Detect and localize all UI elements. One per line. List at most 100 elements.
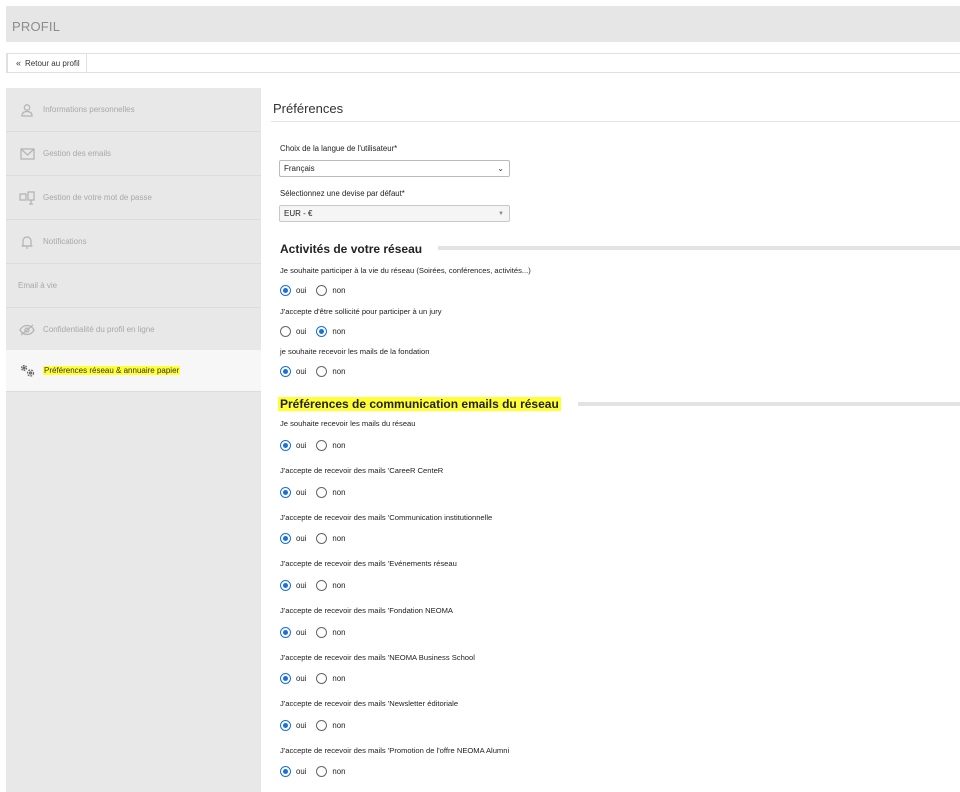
- radio-label: oui: [296, 286, 307, 295]
- radio-non[interactable]: [316, 326, 328, 337]
- section-divider: [578, 402, 960, 406]
- sidebar-item-label: Gestion de votre mot de passe: [43, 193, 152, 202]
- radio-non[interactable]: [316, 673, 328, 684]
- user-icon: [18, 101, 36, 119]
- radio-group: oui non: [280, 326, 355, 337]
- question-label: J'accepte de recevoir des mails 'Communi…: [280, 513, 493, 522]
- question-label: Je souhaite participer à la vie du résea…: [280, 266, 531, 275]
- eye-slash-icon: [18, 321, 36, 339]
- caret-down-icon: ▼: [498, 211, 504, 217]
- question-label: J'accepte de recevoir des mails 'NEOMA B…: [280, 653, 475, 662]
- currency-label: Sélectionnez une devise par défaut*: [280, 189, 405, 198]
- sidebar-item-emails[interactable]: Gestion des emails: [6, 132, 261, 176]
- back-to-profile-label: Retour au profil: [25, 58, 80, 68]
- question-label: J'accepte de recevoir des mails 'Newslet…: [280, 699, 459, 708]
- question-label: Je souhaite recevoir les mails du réseau: [280, 419, 416, 428]
- section-heading: Préférences de communication emails du r…: [278, 397, 561, 411]
- radio-label: oui: [296, 674, 307, 683]
- question-label: je souhaite recevoir les mails de la fon…: [280, 347, 430, 356]
- sidebar-item-email-for-life[interactable]: Email à vie: [6, 264, 261, 308]
- radio-non[interactable]: [316, 440, 328, 451]
- section-title: Préférences: [273, 101, 344, 116]
- radio-label: oui: [296, 327, 307, 336]
- back-to-profile-button[interactable]: « Retour au profil: [7, 53, 87, 73]
- question-label: J'accepte d'être sollicité pour particip…: [280, 307, 442, 316]
- sidebar-item-password[interactable]: Gestion de votre mot de passe: [6, 176, 261, 220]
- sidebar-item-label: Préférences réseau & annuaire papier: [43, 366, 181, 375]
- sidebar-item-network-preferences[interactable]: Préférences réseau & annuaire papier: [6, 350, 261, 392]
- radio-oui[interactable]: [280, 487, 291, 498]
- envelope-icon: [18, 145, 36, 163]
- password-icon: [18, 189, 36, 207]
- radio-group: oui non: [280, 766, 355, 777]
- divider: [271, 121, 960, 122]
- radio-label: non: [332, 721, 346, 730]
- language-label: Choix de la langue de l'utilisateur*: [280, 144, 398, 153]
- radio-group: oui non: [280, 627, 355, 638]
- bell-icon: [18, 233, 36, 251]
- radio-oui[interactable]: [280, 766, 291, 777]
- radio-non[interactable]: [316, 366, 328, 377]
- sidebar-item-label: Gestion des emails: [43, 149, 112, 158]
- radio-non[interactable]: [316, 285, 328, 296]
- radio-group: oui non: [280, 533, 355, 544]
- radio-group: oui non: [280, 440, 355, 451]
- language-select[interactable]: Français ⌄: [279, 160, 510, 177]
- radio-group: oui non: [280, 285, 355, 296]
- question-label: J'accepte de recevoir des mails 'Promoti…: [280, 746, 510, 755]
- section-divider: [438, 246, 960, 250]
- radio-oui[interactable]: [280, 673, 291, 684]
- toolbar: « Retour au profil: [6, 53, 960, 73]
- radio-label: non: [332, 581, 346, 590]
- radio-label: oui: [296, 367, 307, 376]
- radio-oui[interactable]: [280, 627, 291, 638]
- currency-select[interactable]: EUR - € ▼: [279, 205, 510, 222]
- section-heading: Activités de votre réseau: [280, 242, 423, 256]
- language-select-value: Français: [284, 164, 315, 173]
- page-title: PROFIL: [12, 19, 61, 34]
- sidebar-item-privacy[interactable]: Confidentialité du profil en ligne: [6, 308, 261, 352]
- radio-label: non: [332, 674, 346, 683]
- question-label: J'accepte de recevoir des mails 'Evéneme…: [280, 559, 457, 568]
- radio-group: oui non: [280, 580, 355, 591]
- radio-label: oui: [296, 767, 307, 776]
- radio-label: non: [332, 488, 346, 497]
- radio-non[interactable]: [316, 533, 328, 544]
- sidebar-item-notifications[interactable]: Notifications: [6, 220, 261, 264]
- radio-non[interactable]: [316, 487, 328, 498]
- radio-label: oui: [296, 441, 307, 450]
- radio-label: oui: [296, 628, 307, 637]
- radio-label: non: [332, 286, 346, 295]
- sidebar-item-personal-info[interactable]: Informations personnelles: [6, 88, 261, 132]
- radio-label: oui: [296, 534, 307, 543]
- radio-oui[interactable]: [280, 440, 291, 451]
- radio-non[interactable]: [316, 627, 328, 638]
- radio-label: oui: [296, 581, 307, 590]
- double-chevron-left-icon: «: [16, 58, 22, 68]
- radio-non[interactable]: [316, 580, 328, 591]
- sidebar-item-label: Informations personnelles: [43, 105, 135, 114]
- radio-oui[interactable]: [280, 285, 291, 296]
- radio-label: non: [332, 327, 346, 336]
- radio-label: non: [332, 628, 346, 637]
- radio-oui[interactable]: [280, 326, 291, 337]
- radio-oui[interactable]: [280, 580, 291, 591]
- radio-oui[interactable]: [280, 533, 291, 544]
- radio-group: oui non: [280, 487, 355, 498]
- sidebar-item-label: Confidentialité du profil en ligne: [43, 325, 155, 334]
- currency-select-value: EUR - €: [284, 209, 313, 218]
- radio-group: oui non: [280, 673, 355, 684]
- radio-label: non: [332, 534, 346, 543]
- radio-non[interactable]: [316, 766, 328, 777]
- radio-non[interactable]: [316, 720, 328, 731]
- radio-oui[interactable]: [280, 720, 291, 731]
- gears-icon: [18, 362, 36, 380]
- radio-label: non: [332, 367, 346, 376]
- sidebar-item-label: Notifications: [43, 237, 87, 246]
- question-label: J'accepte de recevoir des mails 'CareeR …: [280, 466, 444, 475]
- radio-group: oui non: [280, 366, 355, 377]
- radio-oui[interactable]: [280, 366, 291, 377]
- radio-label: non: [332, 441, 346, 450]
- radio-group: oui non: [280, 720, 355, 731]
- radio-label: oui: [296, 488, 307, 497]
